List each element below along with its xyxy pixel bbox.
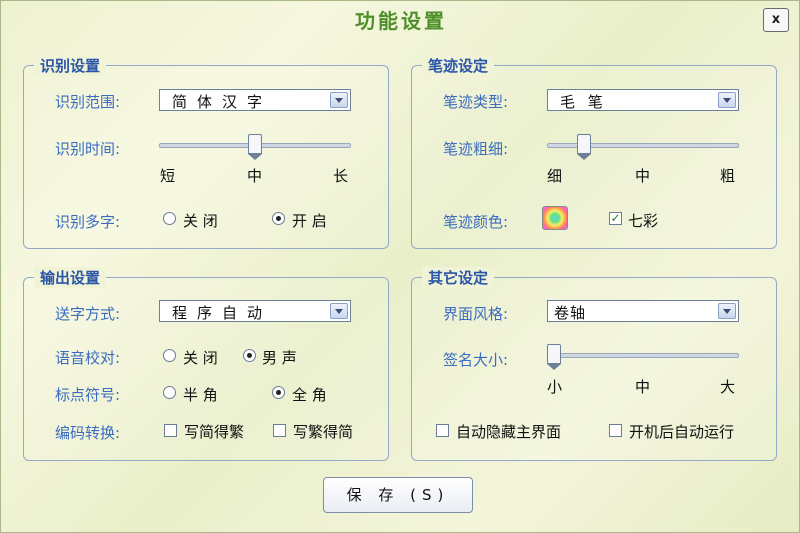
recognition-legend: 识别设置 [34, 55, 107, 76]
width-tick-thin: 细 [547, 167, 563, 185]
to-traditional-checkbox[interactable] [164, 424, 177, 437]
auto-hide-checkbox[interactable] [436, 424, 449, 437]
sign-tick-large: 大 [720, 378, 736, 396]
stroke-type-label: 笔迹类型: [443, 93, 509, 111]
other-legend: 其它设定 [422, 267, 495, 288]
window-title: 功能设置 [355, 9, 447, 33]
send-select[interactable]: 程序自动 [159, 300, 351, 322]
range-label: 识别范围: [55, 93, 121, 111]
chevron-down-icon[interactable] [718, 92, 736, 108]
punct-full-radio[interactable] [272, 386, 285, 399]
time-tick-short: 短 [160, 167, 176, 185]
chevron-down-icon[interactable] [330, 303, 348, 319]
range-value: 简体汉字 [172, 93, 273, 111]
punct-full-label[interactable]: 全 角 [292, 384, 327, 405]
auto-hide-label[interactable]: 自动隐藏主界面 [456, 421, 561, 442]
voice-male-label[interactable]: 男 声 [262, 347, 297, 368]
voice-label: 语音校对: [55, 349, 121, 367]
sign-tick-small: 小 [547, 378, 563, 396]
autostart-checkbox[interactable] [609, 424, 622, 437]
color-swatch[interactable] [542, 206, 568, 230]
chevron-down-icon[interactable] [330, 92, 348, 108]
punct-label: 标点符号: [55, 386, 121, 404]
settings-window: 功能设置 x 识别设置 识别范围: 简体汉字 识别时间: 短 中 长 识别多字:… [0, 0, 800, 533]
time-tick-long: 长 [333, 167, 349, 185]
sign-size-thumb[interactable] [547, 344, 561, 370]
multi-on-label[interactable]: 开 启 [292, 210, 327, 231]
stroke-color-label: 笔迹颜色: [443, 213, 509, 231]
autostart-label[interactable]: 开机后自动运行 [629, 421, 734, 442]
style-select[interactable]: 卷轴 [547, 300, 739, 322]
time-slider-thumb[interactable] [248, 134, 262, 160]
voice-male-radio[interactable] [243, 349, 256, 362]
output-legend: 输出设置 [34, 267, 107, 288]
chevron-down-icon[interactable] [718, 303, 736, 319]
multi-off-label[interactable]: 关 闭 [183, 210, 218, 231]
width-tick-thick: 粗 [720, 167, 736, 185]
stroke-type-value: 毛 笔 [560, 93, 607, 111]
stroke-width-label: 笔迹粗细: [443, 140, 509, 158]
stroke-type-select[interactable]: 毛 笔 [547, 89, 739, 111]
width-tick-mid: 中 [635, 167, 651, 185]
stroke-legend: 笔迹设定 [422, 55, 495, 76]
close-button[interactable]: x [763, 8, 789, 32]
to-simplified-checkbox[interactable] [273, 424, 286, 437]
style-value: 卷轴 [554, 304, 587, 322]
range-select[interactable]: 简体汉字 [159, 89, 351, 111]
multi-off-radio[interactable] [163, 212, 176, 225]
save-button[interactable]: 保 存 (S) [323, 477, 473, 513]
colorful-checkbox[interactable]: ✓ [609, 212, 622, 225]
sign-tick-mid: 中 [635, 378, 651, 396]
multi-on-radio[interactable] [272, 212, 285, 225]
stroke-width-track[interactable] [547, 143, 739, 148]
to-simplified-label[interactable]: 写繁得简 [293, 421, 353, 442]
to-traditional-label[interactable]: 写简得繁 [184, 421, 244, 442]
voice-off-radio[interactable] [163, 349, 176, 362]
style-label: 界面风格: [443, 305, 509, 323]
voice-off-label[interactable]: 关 闭 [183, 347, 218, 368]
sign-size-track[interactable] [547, 353, 739, 358]
colorful-label[interactable]: 七彩 [628, 210, 658, 231]
multi-label: 识别多字: [55, 213, 121, 231]
time-tick-mid: 中 [247, 167, 263, 185]
punct-half-label[interactable]: 半 角 [183, 384, 218, 405]
sign-label: 签名大小: [443, 351, 509, 369]
punct-half-radio[interactable] [163, 386, 176, 399]
send-value: 程序自动 [172, 304, 273, 322]
encoding-label: 编码转换: [55, 424, 121, 442]
stroke-width-thumb[interactable] [577, 134, 591, 160]
send-label: 送字方式: [55, 305, 121, 323]
time-label: 识别时间: [55, 140, 121, 158]
